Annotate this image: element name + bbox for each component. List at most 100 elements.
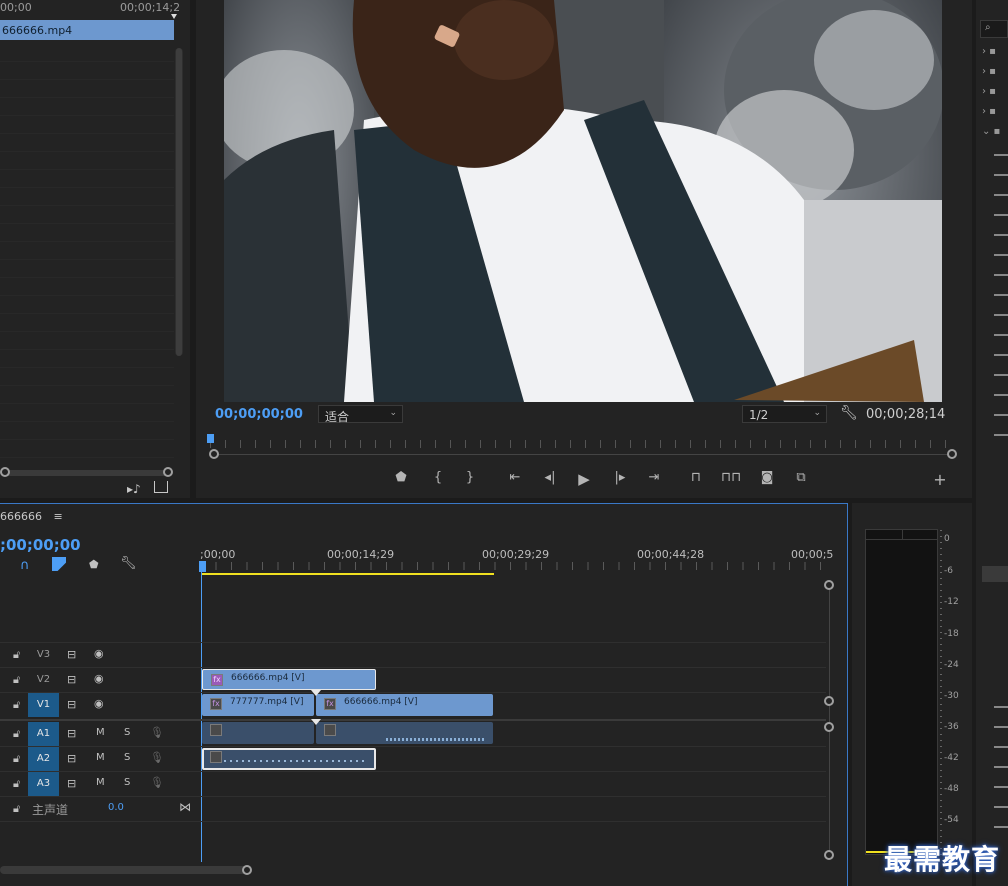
folder-row-4[interactable]: › ▪ xyxy=(982,106,996,117)
work-area-bar[interactable] xyxy=(201,573,494,575)
resolution-dropdown[interactable]: 1/2 ⌄ xyxy=(742,405,827,423)
folder-row-1[interactable]: › ▪ xyxy=(982,46,996,57)
vscroll-handle-audio-top[interactable] xyxy=(824,722,834,732)
lock-icon[interactable]: 🔓︎ xyxy=(13,648,20,662)
clip-v2[interactable]: fx 666666.mp4 [V] xyxy=(202,669,376,690)
lock-icon[interactable]: 🔓︎ xyxy=(13,752,20,766)
eye-icon[interactable]: ◉ xyxy=(94,672,104,685)
play-icon[interactable]: ▶ xyxy=(574,470,594,488)
wrench-icon[interactable]: 🔧︎ xyxy=(840,405,858,421)
panel-menu-icon[interactable]: ≡ xyxy=(54,510,63,523)
eye-icon[interactable]: ◉ xyxy=(94,697,104,710)
track-header-v2: 🔓︎ V2 ⊟ ◉ xyxy=(0,668,200,692)
step-back-icon[interactable]: ◂| xyxy=(540,470,560,485)
effects-subitems[interactable] xyxy=(994,148,1008,448)
track-label-v1[interactable]: V1 xyxy=(28,693,59,717)
microphone-icon[interactable]: 🎙︎ xyxy=(150,751,164,764)
folder-row-3[interactable]: › ▪ xyxy=(982,86,996,97)
add-marker-icon[interactable]: ⬟ xyxy=(89,558,99,571)
vscroll-handle-top[interactable] xyxy=(824,580,834,590)
sequence-tab[interactable]: 666666 ≡ xyxy=(0,510,63,523)
timeline-playhead[interactable] xyxy=(199,561,206,572)
program-playhead[interactable] xyxy=(207,434,214,443)
source-ruler[interactable]: 00;00 00;00;14;2 xyxy=(0,0,180,19)
track-label-a2[interactable]: A2 xyxy=(28,747,59,771)
track-label-a1[interactable]: A1 xyxy=(28,722,59,746)
clip-v2-label: 666666.mp4 [V] xyxy=(231,673,305,683)
add-marker-icon[interactable]: ⬟ xyxy=(391,470,411,485)
sync-lock-icon[interactable]: ⊟ xyxy=(67,727,76,740)
lock-icon[interactable]: 🔓︎ xyxy=(13,802,20,816)
camera-icon[interactable]: ◙ xyxy=(757,470,777,485)
program-zoom-bar[interactable] xyxy=(214,454,954,455)
mark-in-icon[interactable]: { xyxy=(428,470,448,485)
lock-icon[interactable]: 🔓︎ xyxy=(13,727,20,741)
mark-out-icon[interactable]: } xyxy=(460,470,480,485)
clip-v1-a[interactable]: fx 777777.mp4 [V] xyxy=(202,694,314,716)
master-volume-value[interactable]: 0.0 xyxy=(108,802,124,813)
wrench-icon[interactable]: 🔧︎ xyxy=(120,556,137,571)
sync-lock-icon[interactable]: ⊟ xyxy=(67,648,76,661)
timeline-horizontal-scrollbar[interactable] xyxy=(0,866,250,874)
hscroll-handle-right[interactable] xyxy=(242,865,252,875)
vscroll-handle-mid[interactable] xyxy=(824,696,834,706)
lock-icon[interactable]: 🔓︎ xyxy=(13,698,20,712)
source-clip[interactable]: 666666.mp4 xyxy=(0,20,174,40)
program-zoom-handle-right[interactable] xyxy=(947,449,957,459)
program-current-timecode[interactable]: 00;00;00;00 xyxy=(215,407,303,422)
step-forward-icon[interactable]: |▸ xyxy=(610,470,630,485)
solo-button[interactable]: S xyxy=(124,752,130,763)
mute-button[interactable]: M xyxy=(96,777,105,788)
track-header-master: 🔓︎ 主声道 0.0 ⋈ xyxy=(0,797,200,821)
solo-button[interactable]: S xyxy=(124,777,130,788)
timeline-ruler[interactable]: ;00;00 00;00;14;29 00;00;29;29 00;00;44;… xyxy=(200,544,833,574)
sync-lock-icon[interactable]: ⊟ xyxy=(67,698,76,711)
eye-icon[interactable]: ◉ xyxy=(94,647,104,660)
microphone-icon[interactable]: 🎙︎ xyxy=(150,726,164,739)
mute-button[interactable]: M xyxy=(96,727,105,738)
track-label-v2[interactable]: V2 xyxy=(28,668,59,692)
lock-icon[interactable]: 🔓︎ xyxy=(13,777,20,791)
lock-icon[interactable]: 🔓︎ xyxy=(13,673,20,687)
effects-subitems-lower[interactable] xyxy=(994,700,1008,840)
fx-badge-icon: fx xyxy=(324,698,336,710)
folder-row-2[interactable]: › ▪ xyxy=(982,66,996,77)
source-vertical-scrollbar[interactable] xyxy=(175,48,183,356)
microphone-icon[interactable]: 🎙︎ xyxy=(150,776,164,789)
sync-lock-icon[interactable]: ⊟ xyxy=(67,777,76,790)
fx-badge-icon: fx xyxy=(211,674,223,686)
go-to-in-icon[interactable]: ⇤ xyxy=(505,470,525,485)
sync-lock-icon[interactable]: ⊟ xyxy=(67,673,76,686)
clip-a1-b[interactable] xyxy=(316,722,493,744)
fit-dropdown[interactable]: 适合 ⌄ xyxy=(318,405,403,424)
program-video-frame[interactable] xyxy=(224,0,942,402)
ruler-label-0: ;00;00 xyxy=(200,548,236,561)
program-zoom-handle-left[interactable] xyxy=(209,449,219,459)
track-label-a3[interactable]: A3 xyxy=(28,772,59,796)
expand-tracks-icon[interactable]: ⋈ xyxy=(179,800,191,814)
program-time-ruler[interactable] xyxy=(210,440,958,448)
clip-a1-a[interactable] xyxy=(202,722,314,744)
ruler-label-2: 00;00;29;29 xyxy=(482,548,550,561)
solo-button[interactable]: S xyxy=(124,727,130,738)
track-label-v3[interactable]: V3 xyxy=(28,643,59,667)
comparison-view-icon[interactable]: ⧉ xyxy=(791,470,811,485)
lift-icon[interactable]: ⊓ xyxy=(686,470,706,485)
fx-badge-icon xyxy=(210,751,222,763)
vscroll-handle-bottom[interactable] xyxy=(824,850,834,860)
snap-icon[interactable]: ∩ xyxy=(20,558,30,573)
clip-v1-b[interactable]: fx 666666.mp4 [V] xyxy=(316,694,493,716)
extract-icon[interactable]: ⊓⊓ xyxy=(721,470,741,485)
folder-row-5[interactable]: ⌄ ▪ xyxy=(982,126,1000,137)
add-button-icon[interactable]: + xyxy=(930,470,950,489)
effects-selected-row[interactable] xyxy=(982,566,1008,582)
go-to-out-icon[interactable]: ⇥ xyxy=(644,470,664,485)
track-header-v1: 🔓︎ V1 ⊟ ◉ xyxy=(0,693,200,717)
effects-search-input[interactable]: ⌕ xyxy=(980,20,1008,38)
sync-lock-icon[interactable]: ⊟ xyxy=(67,752,76,765)
mute-button[interactable]: M xyxy=(96,752,105,763)
clip-a2[interactable] xyxy=(202,748,376,770)
timeline-vertical-scrollbar[interactable] xyxy=(829,586,830,856)
source-ruler-marker xyxy=(171,14,177,19)
timeline-current-timecode[interactable]: ;00;00;00 xyxy=(0,536,81,554)
